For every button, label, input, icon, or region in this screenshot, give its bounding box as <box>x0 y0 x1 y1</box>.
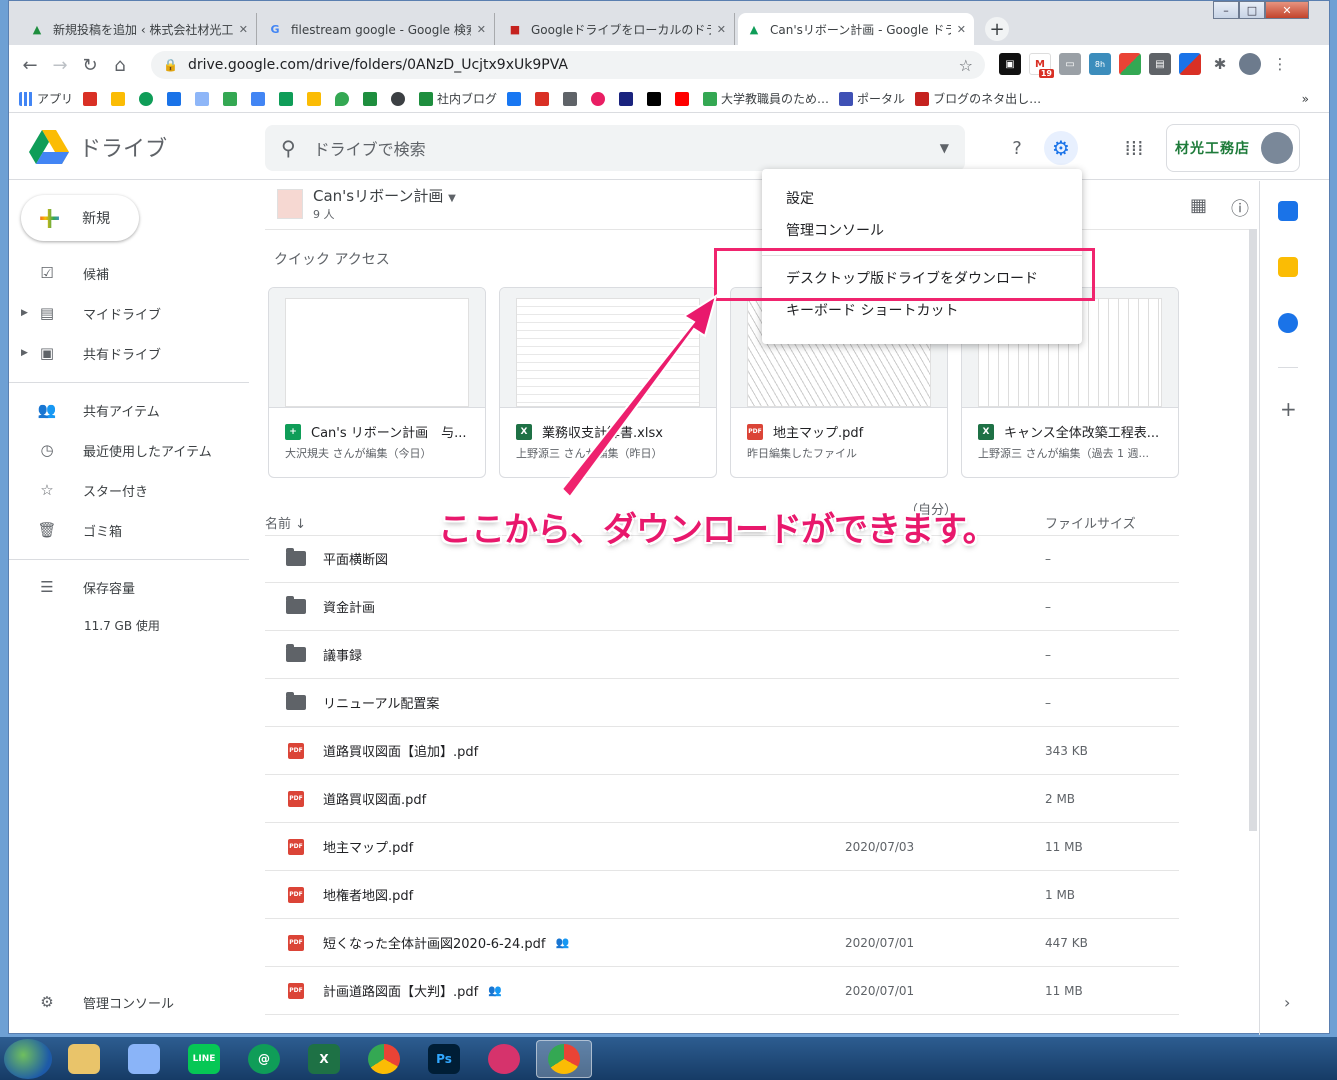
windows-taskbar: LINE @ X Ps <box>0 1037 1337 1080</box>
excel-taskbar-button[interactable]: X <box>296 1040 352 1078</box>
chrome-active-taskbar-button[interactable] <box>536 1039 592 1078</box>
chat-taskbar-button[interactable]: @ <box>236 1040 292 1078</box>
chrome-taskbar-button[interactable] <box>356 1040 412 1078</box>
folder-icon <box>68 1043 100 1074</box>
excel-icon: X <box>308 1043 340 1074</box>
photoshop-icon: Ps <box>428 1043 460 1074</box>
chrome-icon <box>368 1043 400 1074</box>
mail-taskbar-button[interactable] <box>116 1040 172 1078</box>
chrome-icon <box>548 1043 580 1074</box>
app-taskbar-button[interactable] <box>476 1040 532 1078</box>
explorer-taskbar-button[interactable] <box>56 1040 112 1078</box>
photoshop-taskbar-button[interactable]: Ps <box>416 1040 472 1078</box>
chat-icon: @ <box>248 1043 280 1074</box>
annotation-text: ここから、ダウンロードができます。 <box>438 510 997 550</box>
mail-icon <box>128 1043 160 1074</box>
start-button[interactable] <box>4 1038 52 1079</box>
line-icon: LINE <box>188 1043 220 1074</box>
line-taskbar-button[interactable]: LINE <box>176 1040 232 1078</box>
app-icon <box>488 1043 520 1074</box>
